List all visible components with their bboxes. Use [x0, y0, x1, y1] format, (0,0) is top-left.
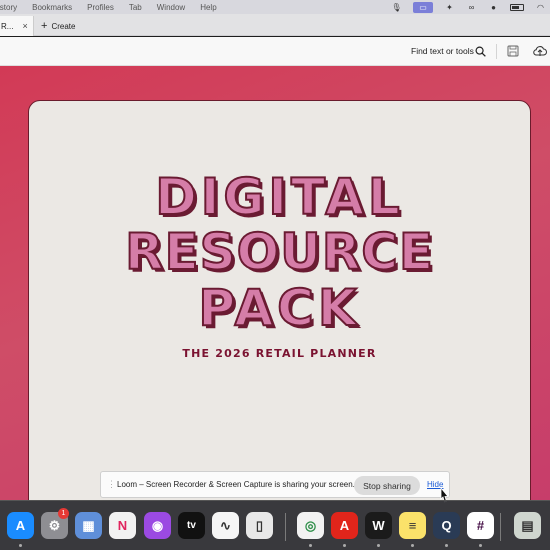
running-indicator — [343, 544, 346, 547]
document-viewport[interactable]: DIGITAL RESOURCE PACK THE 2026 RETAIL PL… — [0, 66, 550, 500]
running-indicator — [445, 544, 448, 547]
dock-separator — [285, 513, 286, 541]
creative-cloud-icon[interactable]: ∞ — [466, 3, 477, 12]
wifi-icon[interactable]: ◠ — [535, 3, 546, 12]
webex-icon[interactable]: W — [365, 512, 392, 539]
create-label: Create — [51, 21, 76, 31]
acrobat-toolbar: Find text or tools — [0, 37, 550, 66]
slack-icon[interactable]: # — [467, 512, 494, 539]
document-subtitle: THE 2026 RETAIL PLANNER — [182, 347, 377, 360]
notification-badge: 1 — [58, 508, 69, 519]
app-store-icon[interactable]: A — [7, 512, 34, 539]
drag-handle-icon[interactable]: ⋮ — [107, 479, 116, 490]
notes-icon[interactable]: ≡ — [399, 512, 426, 539]
running-indicator — [309, 544, 312, 547]
menu-extras: 🎙 ▭ ✦ ∞ ● ◠ — [391, 0, 546, 14]
menu-item-tab[interactable]: Tab — [129, 3, 142, 12]
dropbox-icon[interactable]: ✦ — [444, 3, 455, 12]
screen-sharing-banner: ⋮ Loom – Screen Recorder & Screen Captur… — [100, 471, 450, 498]
menu-item-window[interactable]: Window — [157, 3, 185, 12]
running-indicator — [377, 544, 380, 547]
document-page: DIGITAL RESOURCE PACK THE 2026 RETAIL PL… — [28, 100, 531, 500]
plus-icon: + — [41, 19, 48, 32]
quicktime-icon[interactable]: Q — [433, 512, 460, 539]
title-line-3: PACK — [197, 278, 361, 338]
running-indicator — [411, 544, 414, 547]
microphone-icon[interactable]: 🎙 — [391, 3, 402, 12]
podcasts-icon[interactable]: ◉ — [144, 512, 171, 539]
tab-active-document[interactable]: R... × — [0, 16, 34, 36]
acrobat-icon[interactable]: A — [331, 512, 358, 539]
dock-separator-right — [500, 513, 501, 541]
iphone-mirroring-icon[interactable]: ▯ — [246, 512, 273, 539]
tab-label: R... — [1, 21, 14, 31]
save-icon[interactable] — [507, 45, 519, 57]
close-icon[interactable]: × — [22, 21, 27, 31]
cloud-upload-icon[interactable] — [533, 45, 547, 57]
menu-item-profiles[interactable]: Profiles — [87, 3, 114, 12]
downloads-stack-icon[interactable]: ▤ — [514, 512, 541, 539]
battery-icon[interactable] — [510, 3, 524, 11]
sharing-message: Loom – Screen Recorder & Screen Capture … — [117, 480, 355, 489]
freeform-icon[interactable]: ∿ — [212, 512, 239, 539]
menu-item-istory[interactable]: istory — [0, 3, 17, 12]
dock: A ⚙ ▦ N ◉ tv ∿ ▯ ◎ A W ≡ Q # ▤ — [0, 500, 550, 550]
find-text-or-tools[interactable]: Find text or tools — [411, 46, 474, 56]
search-icon[interactable] — [475, 46, 486, 57]
preview-icon[interactable]: ▦ — [75, 512, 102, 539]
user-icon[interactable]: ● — [488, 3, 499, 12]
menu-item-bookmarks[interactable]: Bookmarks — [32, 3, 72, 12]
news-icon[interactable]: N — [109, 512, 136, 539]
running-indicator — [479, 544, 482, 547]
create-button[interactable]: + Create — [41, 19, 75, 33]
title-line-1: DIGITAL — [154, 167, 404, 227]
toolbar-divider — [496, 44, 497, 59]
tv-icon[interactable]: tv — [178, 512, 205, 539]
chrome-icon[interactable]: ◎ — [297, 512, 324, 539]
stop-sharing-button[interactable]: Stop sharing — [354, 476, 420, 495]
screen-share-icon[interactable]: ▭ — [413, 1, 433, 13]
menu-item-help[interactable]: Help — [200, 3, 216, 12]
menu-bar: istory Bookmarks Profiles Tab Window Help 🎙 ▭… — [0, 0, 550, 14]
menu-items: istory Bookmarks Profiles Tab Window Help — [0, 3, 232, 12]
tab-strip: R... × + Create — [0, 14, 550, 36]
running-indicator — [19, 544, 22, 547]
title-line-2: RESOURCE — [124, 222, 435, 282]
